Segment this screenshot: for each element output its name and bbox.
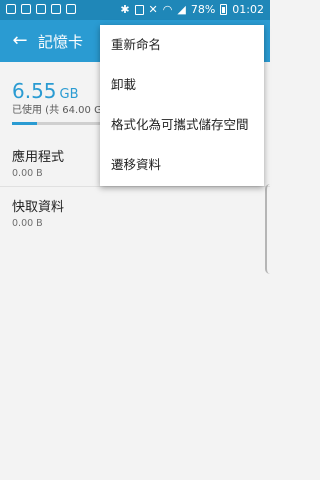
- image-icon: [36, 4, 46, 14]
- wifi-icon: ◠: [162, 3, 173, 16]
- scroll-edge-indicator: [265, 184, 270, 274]
- notification-icons: [6, 4, 76, 14]
- signal-icon: ◢: [177, 3, 186, 16]
- storage-size-value: 6.55: [12, 79, 57, 103]
- menu-item-unmount[interactable]: 卸載: [100, 65, 264, 105]
- list-item-cache[interactable]: 快取資料 0.00 B: [12, 196, 252, 229]
- menu-item-migrate-data[interactable]: 遷移資料: [100, 145, 264, 185]
- clock: 01:02: [232, 3, 264, 16]
- status-indicators: ✱ ✕ ◠ ◢ 78% 01:02: [120, 3, 264, 16]
- divider: [0, 186, 270, 187]
- notification-icon: [6, 4, 16, 14]
- battery-icon: [220, 4, 228, 15]
- status-bar: ✱ ✕ ◠ ◢ 78% 01:02: [0, 0, 270, 20]
- back-arrow-icon[interactable]: ←: [8, 29, 32, 53]
- battery-percent: 78%: [190, 3, 216, 16]
- image-icon: [51, 4, 61, 14]
- list-item-value: 0.00 B: [12, 218, 43, 229]
- notification-icon: [66, 4, 76, 14]
- storage-progress-fill: [12, 122, 37, 125]
- mute-icon: ✕: [148, 3, 158, 16]
- overflow-menu: 重新命名 卸載 格式化為可攜式儲存空間 遷移資料: [100, 25, 264, 186]
- notification-icon: [21, 4, 31, 14]
- storage-used-text: 已使用 (共 64.00 G: [12, 105, 102, 116]
- storage-size: 6.55 GB: [12, 79, 79, 103]
- bluetooth-icon: ✱: [120, 3, 130, 16]
- storage-size-unit: GB: [59, 87, 79, 102]
- nfc-icon: [134, 4, 144, 15]
- list-item-label: 快取資料: [12, 200, 65, 215]
- page-title: 記憶卡: [38, 33, 84, 51]
- menu-item-format-portable[interactable]: 格式化為可攜式儲存空間: [100, 105, 264, 145]
- menu-item-rename[interactable]: 重新命名: [100, 25, 264, 65]
